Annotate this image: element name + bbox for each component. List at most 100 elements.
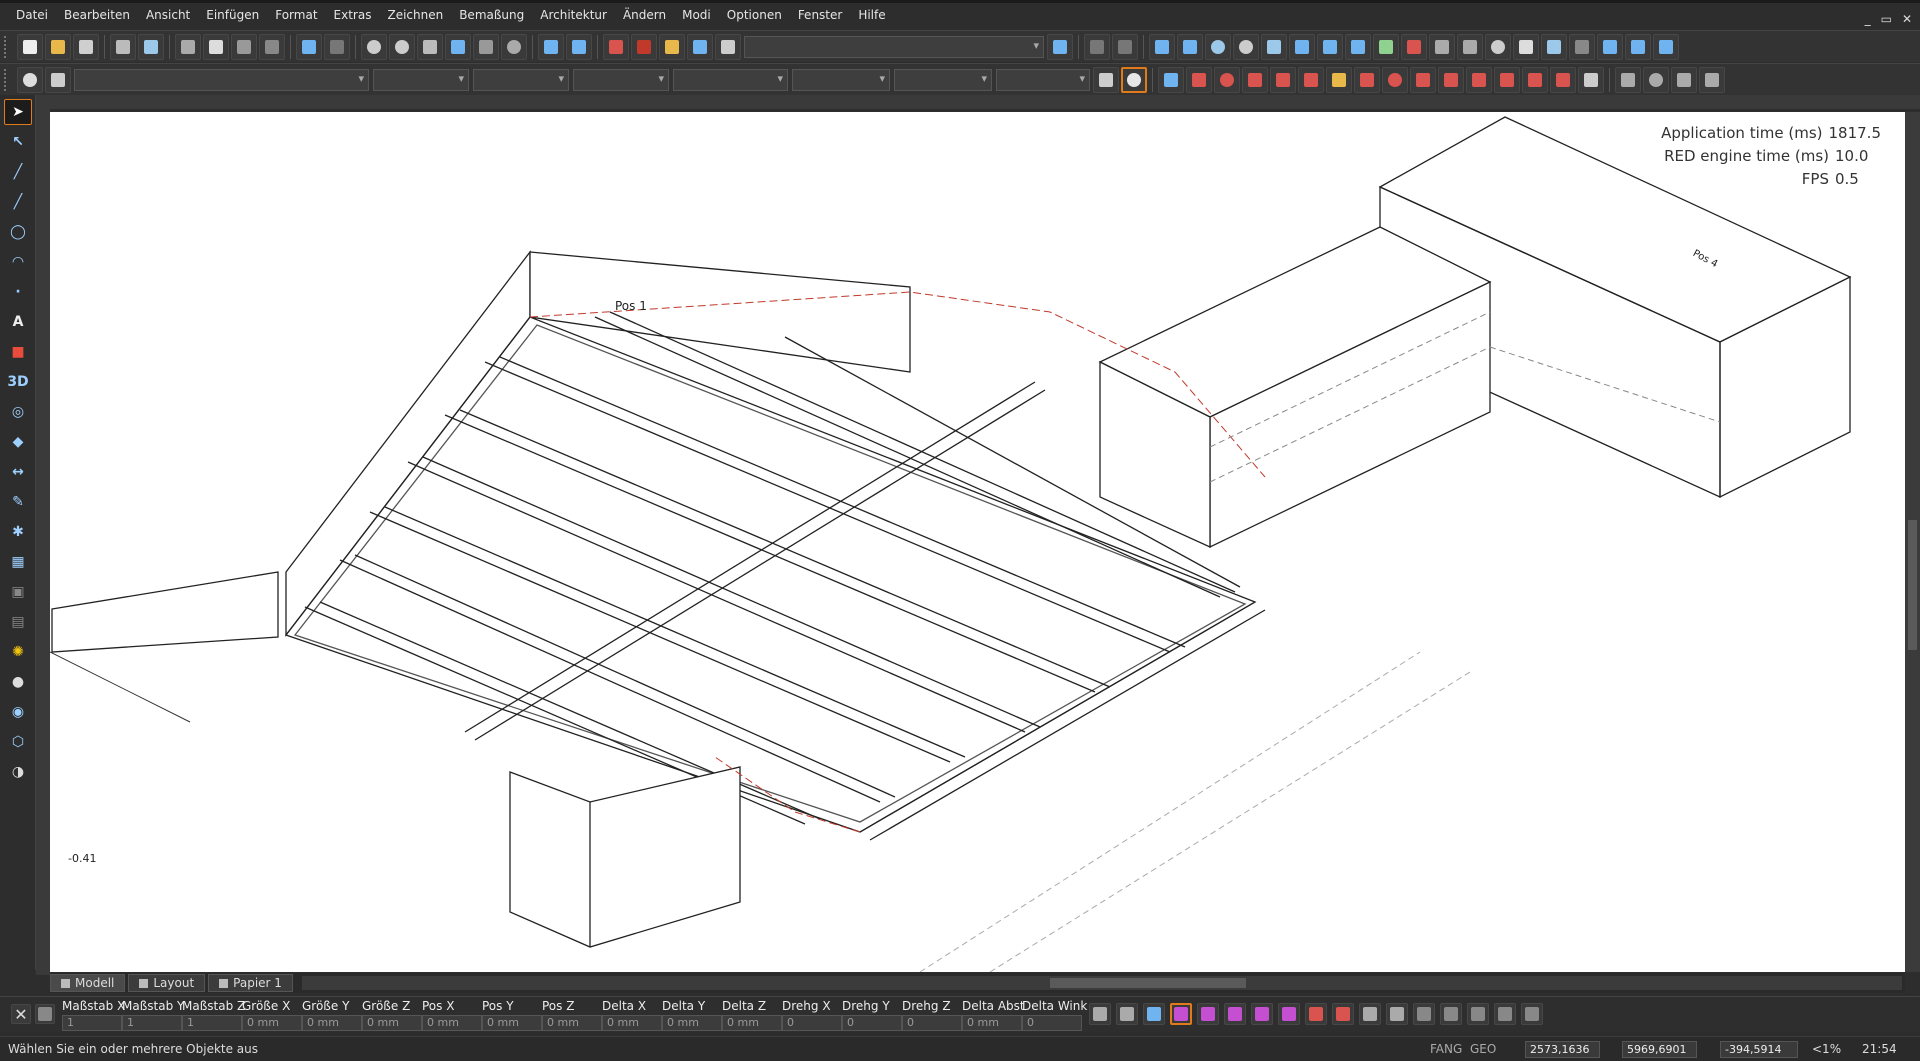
scale-y-field[interactable]: Maßstab Y1	[122, 999, 184, 1031]
print-icon[interactable]	[110, 33, 136, 60]
subtract-icon[interactable]	[1457, 33, 1483, 60]
table-icon[interactable]	[1513, 33, 1539, 60]
layer-manager-icon[interactable]	[45, 66, 71, 93]
snap-parallel-icon[interactable]	[1440, 1003, 1462, 1025]
cone-icon[interactable]	[1261, 33, 1287, 60]
menu-datei[interactable]: Datei	[0, 3, 56, 28]
properties-icon[interactable]	[715, 33, 741, 60]
tab-modell[interactable]: Modell	[50, 974, 126, 992]
menu-extras[interactable]: Extras	[326, 3, 380, 28]
select-edit-icon[interactable]: ↖	[4, 129, 32, 155]
menu-format[interactable]: Format	[267, 3, 325, 28]
dimension-tool-icon[interactable]: ↔	[4, 459, 32, 485]
snap-toggle[interactable]: FANG	[1430, 1042, 1462, 1056]
snap-midpoint-icon[interactable]	[1116, 1003, 1138, 1025]
mirror-icon[interactable]	[1326, 66, 1352, 93]
copy-3d-icon[interactable]	[1569, 33, 1595, 60]
lineweight-dropdown[interactable]	[573, 68, 669, 91]
text-tool-icon[interactable]: A	[4, 309, 32, 335]
cup-icon[interactable]	[1121, 66, 1147, 93]
restore-icon[interactable]: ▭	[1881, 12, 1892, 26]
size-x-field[interactable]: Größe X0 mm	[242, 999, 302, 1031]
material-tool-icon[interactable]: ●	[4, 669, 32, 695]
close-properties-icon[interactable]: ✕	[11, 1004, 31, 1024]
snap-person-icon[interactable]	[1359, 1003, 1381, 1025]
solid-tool-icon[interactable]: ◆	[4, 429, 32, 455]
snap-quadrant-icon[interactable]	[1224, 1003, 1246, 1025]
rotation-x-field[interactable]: Drehg X0	[782, 999, 842, 1031]
zoom-page-icon[interactable]	[473, 33, 499, 60]
cut-icon[interactable]	[175, 33, 201, 60]
horizontal-scrollbar[interactable]	[302, 976, 1902, 990]
scale-x-field[interactable]: Maßstab X1	[62, 999, 125, 1031]
snap-grid-icon[interactable]	[1170, 1003, 1192, 1025]
delta-x-field[interactable]: Delta X0 mm	[602, 999, 662, 1031]
material-dropdown[interactable]	[996, 68, 1090, 91]
snap-settings-icon[interactable]	[1521, 1003, 1543, 1025]
point-icon[interactable]	[1550, 66, 1576, 93]
union-icon[interactable]	[1429, 33, 1455, 60]
save-icon[interactable]	[73, 33, 99, 60]
select-arrow-icon[interactable]: ➤	[4, 99, 32, 125]
3d-tool-icon[interactable]: 3D	[4, 369, 32, 395]
size-z-field[interactable]: Größe Z0 mm	[362, 999, 422, 1031]
view-icon[interactable]	[1084, 33, 1110, 60]
layer-dropdown[interactable]	[744, 35, 1044, 58]
explorer-icon[interactable]	[659, 33, 685, 60]
snap-apparent-icon[interactable]	[1494, 1003, 1516, 1025]
layer-icon[interactable]	[603, 33, 629, 60]
zoom-extents-icon[interactable]	[445, 33, 471, 60]
redo-icon[interactable]	[324, 33, 350, 60]
house-icon[interactable]	[1578, 66, 1604, 93]
snap-endpoint-icon[interactable]	[1089, 1003, 1111, 1025]
ellipse-icon[interactable]	[1410, 66, 1436, 93]
pen-tool-icon[interactable]: ✎	[4, 489, 32, 515]
menu-einfuegen[interactable]: Einfügen	[198, 3, 267, 28]
scale-z-field[interactable]: Maßstab Z1	[182, 999, 245, 1031]
pan-icon[interactable]	[501, 33, 527, 60]
zoom-in-icon[interactable]	[361, 33, 387, 60]
ray-icon[interactable]	[1242, 66, 1268, 93]
snap-insert-icon[interactable]	[1467, 1003, 1489, 1025]
menu-hilfe[interactable]: Hilfe	[850, 3, 893, 28]
rotation-z-field[interactable]: Drehg Z0	[902, 999, 962, 1031]
undo-icon[interactable]	[296, 33, 322, 60]
rectangle-icon[interactable]	[1438, 66, 1464, 93]
circle-tool-icon[interactable]: ◯	[4, 219, 32, 245]
style-dropdown[interactable]	[74, 68, 369, 91]
menu-modi[interactable]: Modi	[674, 3, 719, 28]
cylinder-icon[interactable]	[1205, 33, 1231, 60]
wedge-icon[interactable]	[1289, 33, 1315, 60]
block-tool-icon[interactable]: ▤	[4, 609, 32, 635]
menu-architektur[interactable]: Architektur	[532, 3, 615, 28]
snap-perpendicular-icon[interactable]	[1278, 1003, 1300, 1025]
spline-icon[interactable]	[1522, 66, 1548, 93]
menu-zeichnen[interactable]: Zeichnen	[379, 3, 451, 28]
snap-extension-icon[interactable]	[1413, 1003, 1435, 1025]
horizontal-scroll-thumb[interactable]	[1050, 978, 1246, 988]
revolve-icon[interactable]	[1373, 33, 1399, 60]
sphere-icon[interactable]	[1233, 33, 1259, 60]
arc-icon[interactable]	[1214, 66, 1240, 93]
delta-z-field[interactable]: Delta Z0 mm	[722, 999, 782, 1031]
3d-rotate-icon[interactable]	[1653, 33, 1679, 60]
chamfer-icon[interactable]	[1494, 66, 1520, 93]
stretch-icon[interactable]	[1615, 66, 1641, 93]
scale-dropdown[interactable]	[894, 68, 992, 91]
polyline-icon[interactable]	[1186, 66, 1212, 93]
fillet-icon[interactable]	[1466, 66, 1492, 93]
help-cursor-icon[interactable]	[1047, 33, 1073, 60]
color-icon[interactable]	[631, 33, 657, 60]
3d-view-icon[interactable]	[1597, 33, 1623, 60]
3d-orbit-icon[interactable]	[1625, 33, 1651, 60]
spellcheck-icon[interactable]	[538, 33, 564, 60]
render-tool-icon[interactable]: ◉	[4, 699, 32, 725]
minimize-icon[interactable]: _	[1865, 12, 1871, 26]
menu-fenster[interactable]: Fenster	[790, 3, 851, 28]
3d-object-icon[interactable]	[687, 33, 713, 60]
extrude-icon[interactable]	[1345, 33, 1371, 60]
polyline-tool-icon[interactable]: ╱	[4, 159, 32, 185]
menu-bearbeiten[interactable]: Bearbeiten	[56, 3, 138, 28]
open-folder-icon[interactable]	[45, 33, 71, 60]
camera-tool-icon[interactable]: ⬡	[4, 729, 32, 755]
